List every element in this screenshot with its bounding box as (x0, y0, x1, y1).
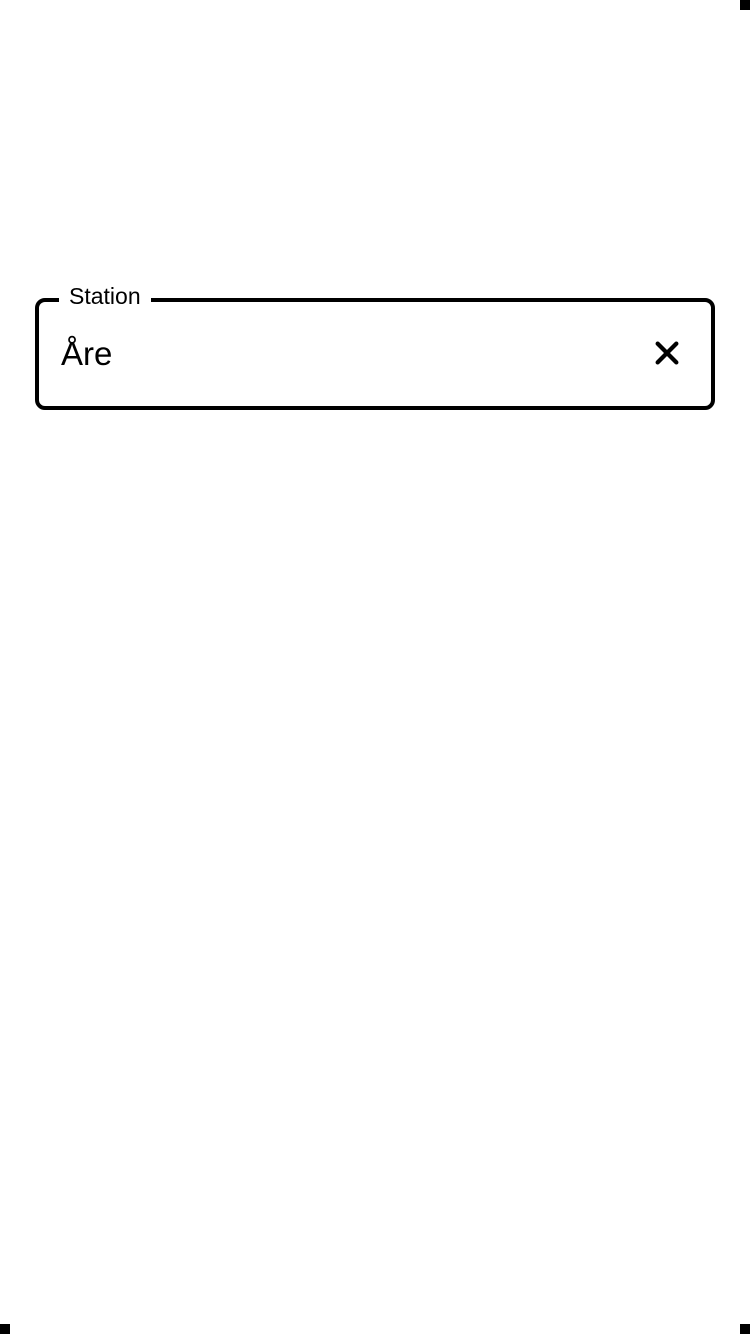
corner-mark (0, 1324, 10, 1334)
corner-mark (740, 1324, 750, 1334)
station-input[interactable] (61, 335, 643, 373)
close-icon (651, 337, 683, 372)
station-field-container: Station (35, 298, 715, 410)
clear-button[interactable] (643, 329, 691, 380)
content-area: Station (0, 0, 750, 410)
corner-mark (740, 0, 750, 10)
station-field-label: Station (59, 283, 151, 310)
station-field-box (35, 298, 715, 410)
